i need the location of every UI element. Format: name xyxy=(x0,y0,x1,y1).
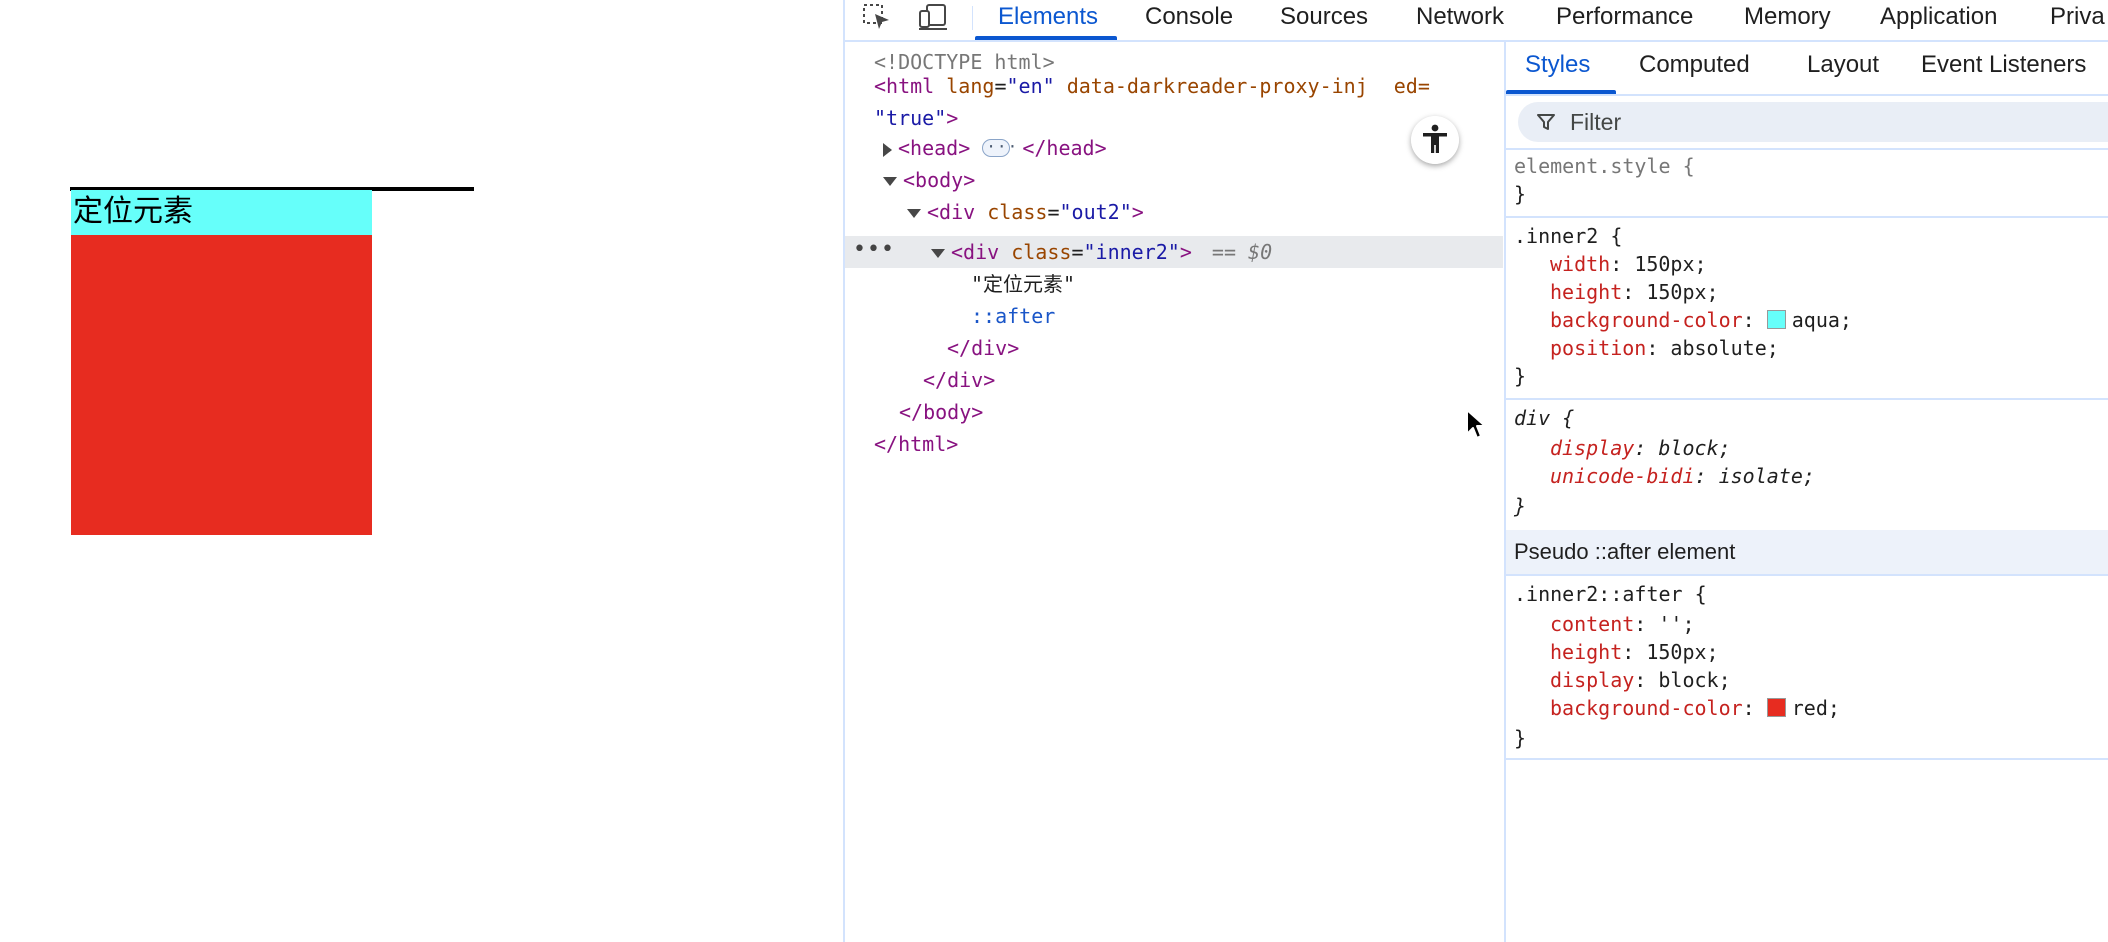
head-close-tag: </head> xyxy=(1022,136,1107,160)
dom-line-text-node[interactable]: "定位元素" xyxy=(971,268,1075,300)
dom-line-div-out2-close[interactable]: </div> xyxy=(923,364,995,396)
pseudo-after-section-header: Pseudo ::after element xyxy=(1506,530,2108,574)
after-pseudo-node: ::after xyxy=(971,304,1056,328)
tab-console[interactable]: Console xyxy=(1145,0,1233,36)
subtab-styles[interactable]: Styles xyxy=(1525,42,1590,92)
div-close-tag: </div> xyxy=(923,368,996,392)
class-attr: class xyxy=(1011,240,1072,264)
tab-performance[interactable]: Performance xyxy=(1556,0,1693,36)
rule-close-brace: } xyxy=(1514,726,1527,750)
subtab-computed[interactable]: Computed xyxy=(1639,42,1750,92)
class-attr: class xyxy=(987,200,1048,224)
rule-separator xyxy=(1506,758,2108,760)
dom-line-body[interactable]: <body> xyxy=(883,164,975,196)
tab-application[interactable]: Application xyxy=(1880,0,1997,36)
tab-memory[interactable]: Memory xyxy=(1744,0,1831,36)
tag-end: > xyxy=(1131,200,1144,224)
html-attr-lang-value: "en" xyxy=(1006,74,1055,98)
body-open-tag: <body> xyxy=(903,168,976,192)
prop-display[interactable]: display: block; xyxy=(1550,666,1731,694)
collapse-arrow-icon[interactable] xyxy=(907,209,921,218)
prop-content[interactable]: content: ''; xyxy=(1550,610,1695,638)
html-attr-darkreader-tail: ed= xyxy=(1393,74,1430,98)
rule-div-user-agent[interactable]: div { display: block; unicode-bidi: isol… xyxy=(1506,400,2108,528)
inner2-after-box[interactable] xyxy=(71,235,372,535)
dom-line-html-cont: "true"> xyxy=(874,102,958,134)
styles-subtabs: Styles Computed Layout Event Listeners xyxy=(1506,42,2108,96)
prop-display[interactable]: display: block; xyxy=(1550,434,1731,462)
subtab-event-listeners[interactable]: Event Listeners xyxy=(1921,42,2086,92)
tab-sources[interactable]: Sources xyxy=(1280,0,1368,36)
devtools-toolbar: Elements Console Sources Network Perform… xyxy=(845,0,2108,42)
accessibility-tree-icon[interactable] xyxy=(1411,116,1459,164)
subtab-layout[interactable]: Layout xyxy=(1807,42,1879,92)
dom-line-div-inner2[interactable]: <div class="inner2"> == $0 xyxy=(931,236,1272,268)
page-viewport: 定位元素 xyxy=(0,0,843,942)
dom-line-div-inner2-close[interactable]: </div> xyxy=(947,332,1019,364)
prop-background-color[interactable]: background-color: red; xyxy=(1550,694,1840,722)
div-tag: <div xyxy=(927,200,976,224)
collapse-arrow-icon[interactable] xyxy=(931,249,945,258)
selected-node-marker: == $0 xyxy=(1211,240,1273,264)
html-close-tag: </html> xyxy=(874,432,959,456)
rule-close-brace: } xyxy=(1514,182,1527,206)
text-node: "定位元素" xyxy=(971,272,1076,296)
div-tag: <div xyxy=(951,240,1000,264)
devtools-panel: Elements Console Sources Network Perform… xyxy=(843,0,2108,942)
prop-height[interactable]: height: 150px; xyxy=(1550,638,1719,666)
mouse-cursor-icon xyxy=(1466,409,1486,439)
inner2-box[interactable]: 定位元素 xyxy=(71,190,372,235)
prop-width[interactable]: width: 150px; xyxy=(1550,250,1707,278)
node-menu-dots[interactable]: ••• xyxy=(853,236,895,268)
inspect-element-icon[interactable] xyxy=(861,2,893,32)
html-attr-lang: lang xyxy=(946,74,995,98)
inner2-text: 定位元素 xyxy=(73,194,193,229)
active-tab-indicator xyxy=(975,36,1117,40)
styles-pane: Styles Computed Layout Event Listeners F… xyxy=(1504,42,2108,942)
active-subtab-indicator xyxy=(1506,90,1616,94)
device-toolbar-icon[interactable] xyxy=(917,2,949,32)
prop-unicode-bidi[interactable]: unicode-bidi: isolate; xyxy=(1550,462,1815,490)
dom-line-body-close[interactable]: </body> xyxy=(899,396,983,428)
prop-position[interactable]: position: absolute; xyxy=(1550,334,1779,362)
selector-inner2: .inner2 { xyxy=(1514,224,1623,248)
head-open-tag: <head> xyxy=(898,136,971,160)
dom-line-html[interactable]: <html lang="en" data-darkreader-proxy-in… xyxy=(874,70,1430,102)
class-value-inner2: "inner2" xyxy=(1083,240,1180,264)
filter-icon xyxy=(1537,114,1555,130)
tab-privacy[interactable]: Priva xyxy=(2050,0,2105,36)
collapse-arrow-icon[interactable] xyxy=(883,177,897,186)
rule-close-brace: } xyxy=(1514,494,1527,518)
html-attr-darkreader-value: "true" xyxy=(874,106,947,130)
rule-inner2-after[interactable]: .inner2::after { content: ''; height: 15… xyxy=(1506,576,2108,798)
color-swatch-icon[interactable] xyxy=(1766,698,1786,717)
prop-background-color[interactable]: background-color: aqua; xyxy=(1550,306,1852,334)
dom-line-after-pseudo[interactable]: ::after xyxy=(971,300,1055,332)
html-tag: <html xyxy=(874,74,935,98)
html-tag-end: > xyxy=(946,106,959,130)
prop-height[interactable]: height: 150px; xyxy=(1550,278,1719,306)
dom-line-div-out2[interactable]: <div class="out2"> xyxy=(907,196,1144,228)
rule-close-brace: } xyxy=(1514,364,1527,388)
dom-tree: ••• <!DOCTYPE html> <html lang="en" data… xyxy=(845,42,1503,942)
class-value-out2: "out2" xyxy=(1059,200,1132,224)
selector-div: div { xyxy=(1514,406,1575,430)
toolbar-separator xyxy=(972,6,973,30)
filter-placeholder: Filter xyxy=(1570,109,1622,135)
html-attr-darkreader: data-darkreader-proxy-inj xyxy=(1066,74,1368,98)
expand-arrow-icon[interactable] xyxy=(883,142,892,157)
div-close-tag: </div> xyxy=(947,336,1020,360)
dom-line-html-close[interactable]: </html> xyxy=(874,428,958,460)
pseudo-header-text: Pseudo ::after element xyxy=(1514,539,1736,564)
selector-inner2-after: .inner2::after { xyxy=(1514,582,1707,606)
dom-line-head[interactable]: <head> ··· </head> xyxy=(883,132,1107,164)
selector-element-style: element.style { xyxy=(1514,154,1695,178)
tab-elements[interactable]: Elements xyxy=(998,0,1098,36)
collapsed-content-icon[interactable]: ··· xyxy=(982,137,1017,157)
tag-end: > xyxy=(1179,240,1192,264)
tab-network[interactable]: Network xyxy=(1416,0,1504,36)
styles-filter-input[interactable]: Filter xyxy=(1518,102,2108,142)
color-swatch-icon[interactable] xyxy=(1766,310,1786,329)
body-close-tag: </body> xyxy=(899,400,984,424)
